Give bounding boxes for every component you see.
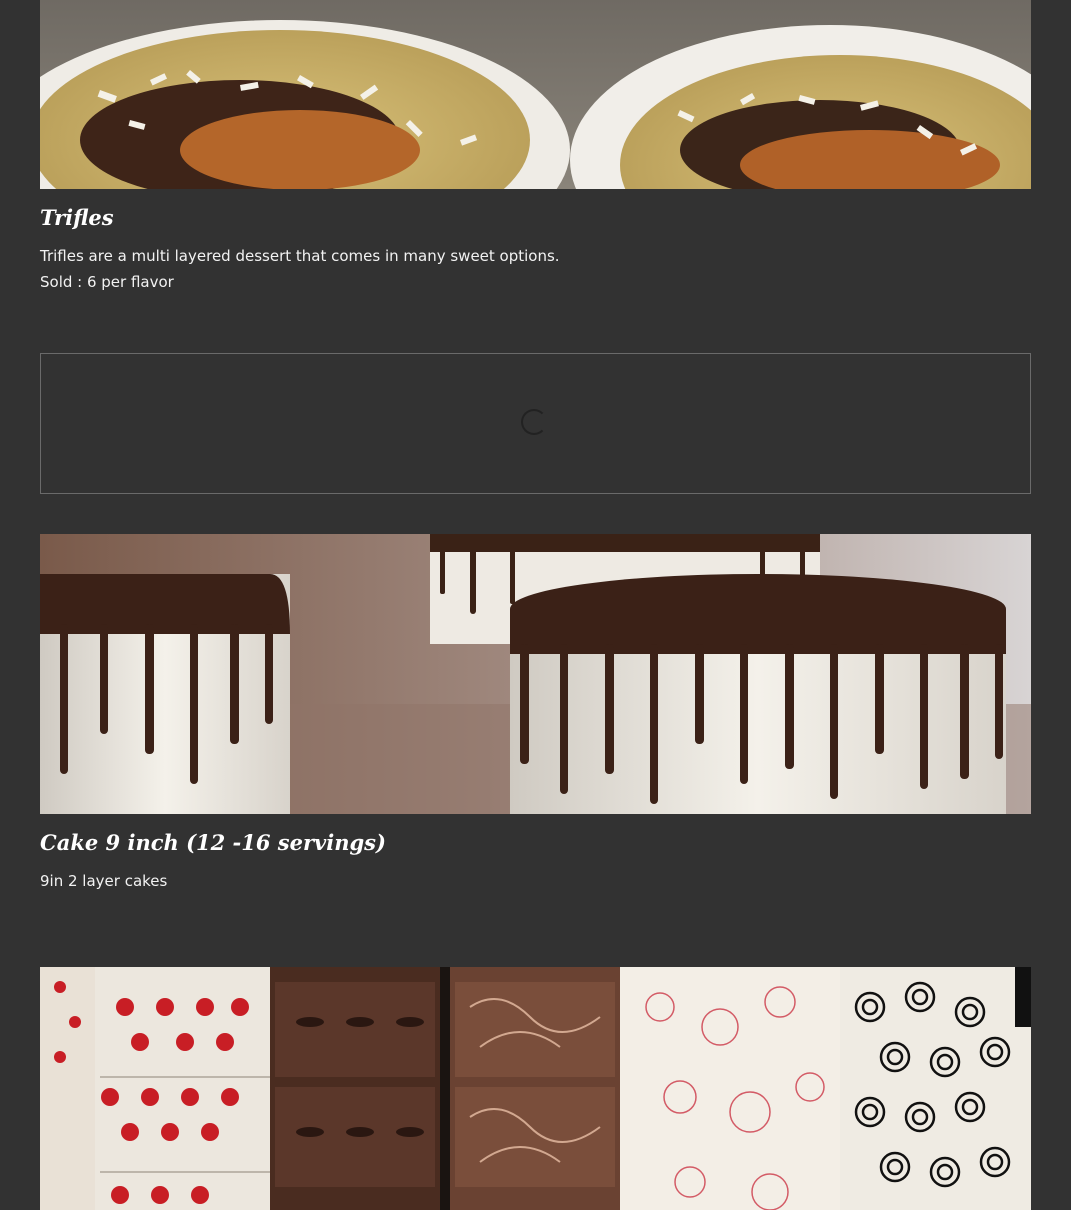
- trifles-image[interactable]: [40, 0, 1031, 189]
- product-title-cake[interactable]: Cake 9 inch (12 -16 servings): [40, 830, 386, 855]
- spinner-icon: [521, 409, 547, 435]
- description-line: 9in 2 layer cakes: [40, 872, 168, 890]
- loading-placeholder: [40, 353, 1031, 494]
- description-line: Sold : 6 per flavor: [40, 273, 174, 291]
- product-description-cake: 9in 2 layer cakes: [40, 868, 167, 894]
- chocolates-image[interactable]: [40, 967, 1031, 1210]
- product-title-trifles[interactable]: Trifles: [40, 205, 114, 230]
- product-description-trifles: Trifles are a multi layered dessert that…: [40, 243, 560, 295]
- description-line: Trifles are a multi layered dessert that…: [40, 247, 560, 265]
- cake-image[interactable]: [40, 534, 1031, 814]
